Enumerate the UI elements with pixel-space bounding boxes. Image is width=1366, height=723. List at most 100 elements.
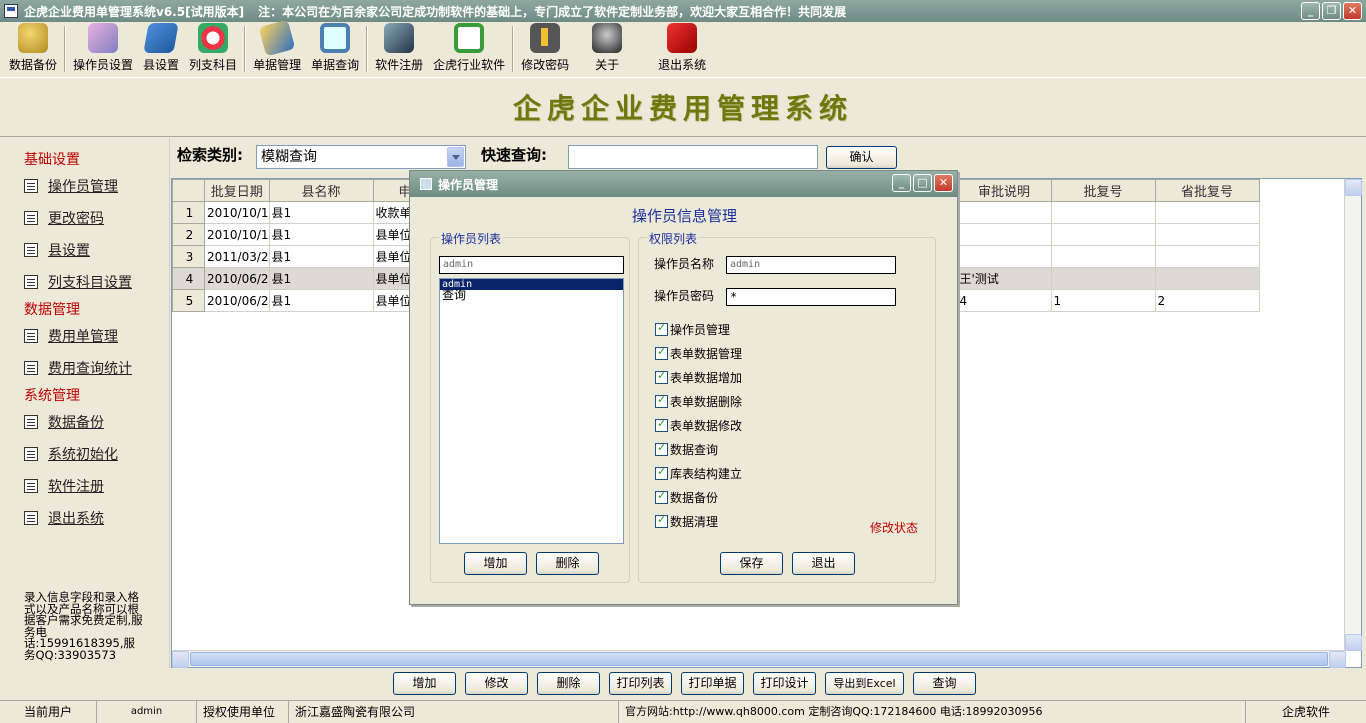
sidebar-item-expense-manage[interactable]: 费用单管理 bbox=[0, 320, 169, 352]
checkbox-icon bbox=[655, 489, 668, 504]
promo-text: 录入信息字段和录入格式以及产品名称可以根据客户需求免费定制,服务电话:15991… bbox=[24, 590, 143, 662]
document-icon bbox=[24, 179, 38, 193]
sidebar-item-county[interactable]: 县设置 bbox=[0, 234, 169, 266]
scroll-thumb[interactable] bbox=[190, 652, 1328, 666]
document-icon bbox=[24, 447, 38, 461]
print-list-button[interactable]: 打印列表 bbox=[609, 672, 672, 695]
status-bar: 当前用户 admin 授权使用单位 浙江嘉盛陶瓷有限公司 官方网站:http:/… bbox=[0, 700, 1366, 723]
list-item[interactable]: 查询 bbox=[440, 289, 623, 301]
perm-form-manage-checkbox[interactable]: 表单数据管理 bbox=[655, 345, 742, 362]
chevron-down-icon[interactable] bbox=[447, 147, 464, 167]
column-header[interactable]: 审批说明 bbox=[956, 179, 1052, 202]
checkbox-icon bbox=[655, 465, 668, 480]
delete-button[interactable]: 删除 bbox=[537, 672, 600, 695]
dialog-title-bar: 操作员管理 _ □ ✕ bbox=[410, 171, 957, 197]
close-button[interactable]: ✕ bbox=[1343, 2, 1362, 20]
sidebar-item-operator[interactable]: 操作员管理 bbox=[0, 170, 169, 202]
dialog-minimize-button[interactable]: _ bbox=[892, 174, 911, 192]
title-bar: 企虎企业费用单管理系统v6.5[试用版本] 注：本公司在为百余家公司定成功制软件… bbox=[0, 0, 1366, 22]
window-notice: 注：本公司在为百余家公司定成功制软件的基础上，专门成立了软件定制业务部，欢迎大家… bbox=[258, 4, 847, 19]
sidebar-item-expense-stats[interactable]: 费用查询统计 bbox=[0, 352, 169, 384]
sidebar-item-subject[interactable]: 列支科目设置 bbox=[0, 266, 169, 298]
perm-cleanup-checkbox[interactable]: 数据清理 bbox=[655, 513, 718, 530]
quick-query-input[interactable] bbox=[568, 145, 818, 169]
document-icon bbox=[24, 479, 38, 493]
restore-button[interactable]: ❐ bbox=[1322, 2, 1341, 20]
operator-list-group: 操作员列表 admin admin 查询 增加 删除 bbox=[430, 230, 630, 583]
horizontal-scrollbar[interactable] bbox=[172, 650, 1346, 668]
column-header[interactable]: 县名称 bbox=[268, 179, 374, 202]
perm-form-edit-checkbox[interactable]: 表单数据修改 bbox=[655, 417, 742, 434]
save-button[interactable]: 保存 bbox=[720, 552, 783, 575]
user-settings-icon bbox=[88, 23, 119, 53]
sidebar-item-change-password[interactable]: 更改密码 bbox=[0, 202, 169, 234]
print-design-button[interactable]: 打印设计 bbox=[753, 672, 816, 695]
permission-legend: 权限列表 bbox=[647, 230, 700, 247]
confirm-button[interactable]: 确认 bbox=[826, 146, 897, 169]
perm-operator-checkbox[interactable]: 操作员管理 bbox=[655, 321, 730, 338]
vertical-scrollbar[interactable] bbox=[1344, 179, 1362, 651]
document-icon bbox=[24, 415, 38, 429]
toolbar-county-button[interactable]: 县设置 bbox=[138, 22, 184, 76]
operator-password-input[interactable]: * bbox=[726, 288, 896, 306]
dialog-heading: 操作员信息管理 bbox=[631, 207, 737, 225]
add-button[interactable]: 增加 bbox=[393, 672, 456, 695]
query-button[interactable]: 查询 bbox=[913, 672, 976, 695]
toolbar-password-button[interactable]: 修改密码 bbox=[516, 22, 574, 76]
print-doc-button[interactable]: 打印单据 bbox=[681, 672, 744, 695]
perm-query-checkbox[interactable]: 数据查询 bbox=[655, 441, 718, 458]
toolbar-register-button[interactable]: 软件注册 bbox=[370, 22, 428, 76]
document-icon bbox=[24, 211, 38, 225]
scroll-right-icon[interactable] bbox=[1329, 651, 1346, 668]
toolbar-backup-button[interactable]: 数据备份 bbox=[4, 22, 62, 76]
scroll-down-icon[interactable] bbox=[1345, 634, 1362, 651]
window-title: 企虎企业费用单管理系统v6.5[试用版本] bbox=[24, 4, 245, 19]
perm-schema-checkbox[interactable]: 库表结构建立 bbox=[655, 465, 742, 482]
toolbar-operator-button[interactable]: 操作员设置 bbox=[68, 22, 138, 76]
scroll-up-icon[interactable] bbox=[1345, 179, 1362, 196]
dialog-maximize-button[interactable]: □ bbox=[913, 174, 932, 192]
edit-button[interactable]: 修改 bbox=[465, 672, 528, 695]
operator-delete-button[interactable]: 删除 bbox=[536, 552, 599, 575]
sidebar-group-data: 数据管理 bbox=[24, 302, 80, 318]
column-header[interactable]: 批复号 bbox=[1050, 179, 1156, 202]
edit-status-text: 修改状态 bbox=[870, 521, 919, 535]
toolbar-industry-button[interactable]: 企虎行业软件 bbox=[428, 22, 510, 76]
toolbar: 数据备份 操作员设置 县设置 列支科目 单据管理 单据查询 软件注册 企虎行业软… bbox=[0, 19, 1366, 78]
website-info: 官方网站:http://www.qh8000.com 定制咨询QQ:172184… bbox=[619, 701, 1246, 723]
operator-filter-input[interactable]: admin bbox=[439, 256, 624, 274]
sidebar-item-register[interactable]: 软件注册 bbox=[0, 470, 169, 502]
sidebar-item-exit[interactable]: 退出系统 bbox=[0, 502, 169, 534]
perm-form-delete-checkbox[interactable]: 表单数据删除 bbox=[655, 393, 742, 410]
scroll-left-icon[interactable] bbox=[172, 651, 189, 668]
perm-form-add-checkbox[interactable]: 表单数据增加 bbox=[655, 369, 742, 386]
category-select[interactable]: 模糊查询 bbox=[256, 145, 466, 169]
magnifier-icon bbox=[320, 23, 351, 53]
perm-backup-checkbox[interactable]: 数据备份 bbox=[655, 489, 718, 506]
database-icon bbox=[18, 23, 48, 53]
toolbar-doc-query-button[interactable]: 单据查询 bbox=[306, 22, 364, 76]
dialog-close-button[interactable]: ✕ bbox=[934, 174, 953, 192]
minimize-button[interactable]: _ bbox=[1301, 2, 1320, 20]
toolbar-subject-button[interactable]: 列支科目 bbox=[184, 22, 242, 76]
brand-label: 企虎软件 bbox=[1281, 705, 1330, 719]
dialog-exit-button[interactable]: 退出 bbox=[792, 552, 855, 575]
operator-listbox[interactable]: admin 查询 bbox=[439, 278, 624, 544]
operator-add-button[interactable]: 增加 bbox=[464, 552, 527, 575]
export-excel-button[interactable]: 导出到Excel bbox=[825, 672, 904, 695]
toolbar-exit-button[interactable]: 退出系统 bbox=[640, 22, 724, 76]
toolbar-doc-manage-button[interactable]: 单据管理 bbox=[248, 19, 306, 76]
toolbar-about-button[interactable]: 关于 bbox=[574, 22, 640, 76]
column-header[interactable]: 省批复号 bbox=[1154, 179, 1260, 202]
document-icon bbox=[24, 361, 38, 375]
checkbox-icon bbox=[655, 369, 668, 384]
list-item[interactable]: admin bbox=[440, 279, 623, 290]
sidebar-item-backup[interactable]: 数据备份 bbox=[0, 406, 169, 438]
sidebar-item-init[interactable]: 系统初始化 bbox=[0, 438, 169, 470]
about-icon bbox=[592, 23, 623, 53]
sidebar: 基础设置 操作员管理 更改密码 县设置 列支科目设置 数据管理 费用单管理 费用… bbox=[0, 138, 170, 668]
column-header[interactable]: 批复日期 bbox=[204, 179, 270, 202]
checkbox-icon bbox=[655, 513, 668, 528]
dialog-title: 操作员管理 bbox=[438, 177, 499, 192]
operator-name-input[interactable]: admin bbox=[726, 256, 896, 274]
